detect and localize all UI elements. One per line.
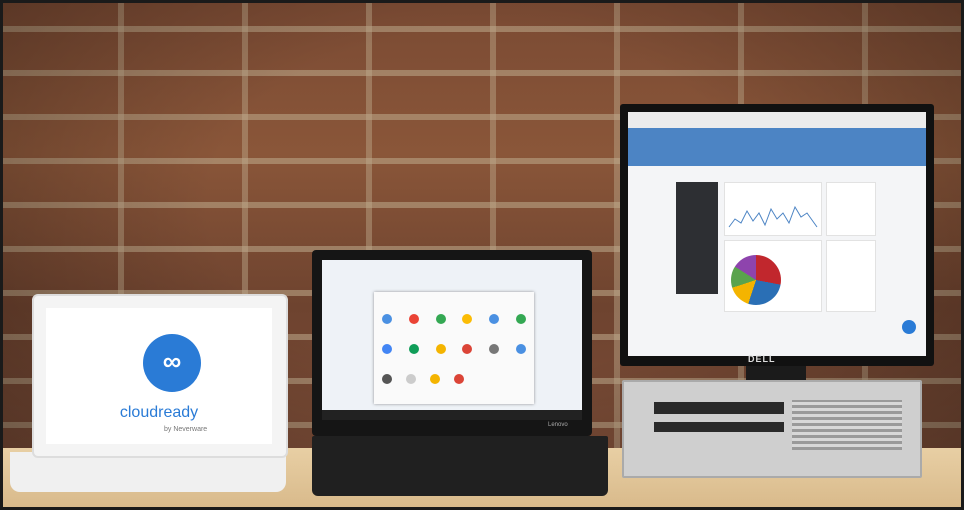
- timeline-chart: [728, 205, 818, 228]
- app-icon: [406, 374, 416, 384]
- cloudready-logo-icon: [143, 334, 201, 392]
- front-vents: [792, 400, 902, 450]
- app-icon: [382, 314, 392, 324]
- summary-card: [826, 182, 876, 236]
- middle-laptop-keyboard: [312, 436, 608, 496]
- trending-card: [826, 240, 876, 312]
- dell-brand-text: DELL: [748, 354, 776, 364]
- app-icon: [489, 314, 500, 324]
- left-laptop: cloudready by Neverware: [32, 294, 288, 458]
- lenovo-brand-text: Lenovo: [548, 422, 568, 428]
- app-icon: [462, 314, 473, 324]
- neverware-byline: by Neverware: [164, 426, 208, 433]
- left-laptop-base: [10, 452, 286, 492]
- desktop-tower: [622, 380, 922, 478]
- app-icon: [462, 344, 473, 354]
- monitor-screen: [628, 112, 926, 356]
- app-icon: [382, 374, 392, 384]
- middle-laptop: Lenovo: [312, 250, 592, 436]
- chat-icon: [902, 320, 916, 334]
- app-icon: [408, 344, 419, 354]
- app-icon: [435, 344, 446, 354]
- optical-drive: [654, 402, 784, 414]
- app-icon: [408, 314, 419, 324]
- app-icon: [382, 344, 392, 354]
- middle-laptop-screen: [322, 260, 582, 420]
- timeline-card: [724, 182, 822, 236]
- taskbar: [322, 410, 582, 420]
- photo-scene: cloudready by Neverware: [0, 0, 964, 510]
- left-laptop-screen: cloudready by Neverware: [46, 308, 272, 444]
- top-sites-pie-chart: [731, 255, 781, 305]
- browser-url-bar: [628, 112, 926, 129]
- app-launcher: [374, 292, 534, 404]
- app-sidebar: [676, 182, 718, 294]
- top-sites-card: [724, 240, 822, 312]
- cloudready-brand-text: cloudready: [119, 404, 199, 421]
- app-header-bar: [628, 128, 926, 166]
- app-icon: [489, 344, 500, 354]
- app-icon: [430, 374, 440, 384]
- app-icon: [435, 314, 446, 324]
- app-icon: [515, 314, 526, 324]
- app-icon: [515, 344, 526, 354]
- app-icon: [454, 374, 464, 384]
- drive-bay: [654, 422, 784, 432]
- monitor: [620, 104, 934, 366]
